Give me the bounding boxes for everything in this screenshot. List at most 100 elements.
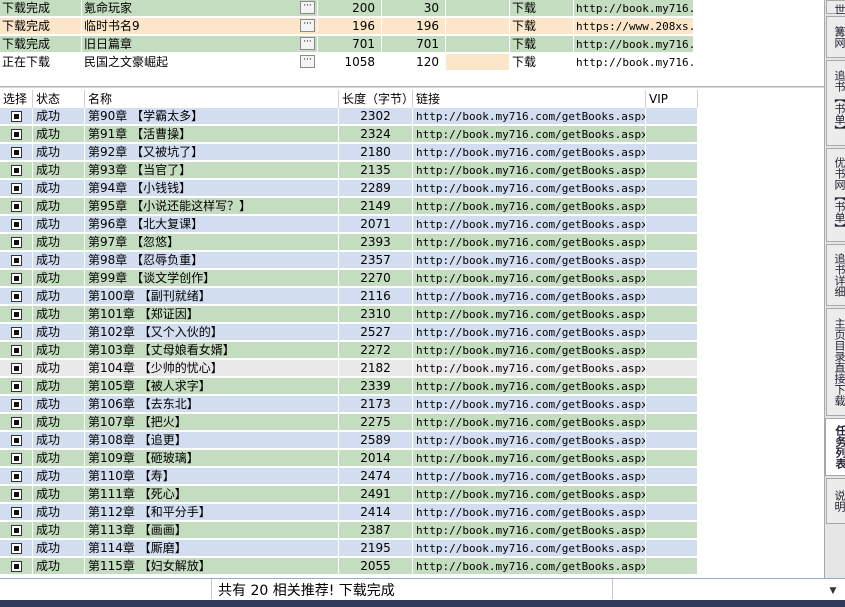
- chapter-row[interactable]: 成功 第90章 【学霸太多】 2302 http://book.my716.com/g…: [0, 108, 698, 126]
- chapter-row[interactable]: 成功 第97章 【忽悠】 2393 http://book.my716.com/get…: [0, 234, 698, 252]
- chapter-row[interactable]: 成功 第94章 【小钱钱】 2289 http://book.my716.com/ge…: [0, 180, 698, 198]
- checkbox[interactable]: [11, 327, 22, 338]
- chapter-cell-select[interactable]: [0, 396, 33, 413]
- col-header-name[interactable]: 名称: [85, 90, 339, 108]
- task-row[interactable]: 下载完成 氪命玩家 200 30 下载 http://book.my716.c ···: [0, 0, 694, 18]
- chapter-row[interactable]: 成功 第98章 【忍辱负重】 2357 http://book.my716.com/g…: [0, 252, 698, 270]
- checkbox[interactable]: [11, 129, 22, 140]
- side-tab-3[interactable]: 优书网【书单】: [826, 148, 845, 242]
- chapter-cell-select[interactable]: [0, 378, 33, 395]
- chapter-row[interactable]: 成功 第102章 【又个入伙的】 2527 http://book.my716.com…: [0, 324, 698, 342]
- more-options-button[interactable]: ···: [300, 37, 315, 50]
- chapter-cell-select[interactable]: [0, 558, 33, 575]
- chapter-row[interactable]: 成功 第93章 【当官了】 2135 http://book.my716.com/ge…: [0, 162, 698, 180]
- chapter-row[interactable]: 成功 第107章 【把火】 2275 http://book.my716.com/ge…: [0, 414, 698, 432]
- chapter-row[interactable]: 成功 第96章 【北大复课】 2071 http://book.my716.com/g…: [0, 216, 698, 234]
- chapter-cell-select[interactable]: [0, 252, 33, 269]
- checkbox[interactable]: [11, 381, 22, 392]
- more-options-button[interactable]: ···: [300, 19, 315, 32]
- chapter-row[interactable]: 成功 第101章 【郑证因】 2310 http://book.my716.com/g…: [0, 306, 698, 324]
- side-tab-5[interactable]: 主页目录直接下载: [826, 308, 845, 416]
- chapter-cell-select[interactable]: [0, 468, 33, 485]
- side-tab-1[interactable]: 篝网: [826, 16, 845, 58]
- chapter-cell-select[interactable]: [0, 414, 33, 431]
- checkbox[interactable]: [11, 525, 22, 536]
- task-row[interactable]: 正在下载 民国之文豪崛起 1058 120 下载 http://book.my716.c ·…: [0, 54, 694, 72]
- chapter-row[interactable]: 成功 第104章 【少帅的忧心】 2182 http://book.my716.com…: [0, 360, 698, 378]
- chapter-cell-select[interactable]: [0, 126, 33, 143]
- chapter-cell-select[interactable]: [0, 306, 33, 323]
- checkbox[interactable]: [11, 489, 22, 500]
- col-header-select[interactable]: 选择: [0, 90, 33, 108]
- checkbox[interactable]: [11, 291, 22, 302]
- chapter-cell-select[interactable]: [0, 180, 33, 197]
- chapter-row[interactable]: 成功 第115章 【妇女解放】 2055 http://book.my716.com/…: [0, 558, 698, 576]
- scroll-down-icon[interactable]: ▼: [826, 584, 840, 598]
- checkbox[interactable]: [11, 201, 22, 212]
- checkbox[interactable]: [11, 273, 22, 284]
- chapter-row[interactable]: 成功 第114章 【厮磨】 2195 http://book.my716.com/ge…: [0, 540, 698, 558]
- checkbox[interactable]: [11, 345, 22, 356]
- chapter-row[interactable]: 成功 第92章 【又被坑了】 2180 http://book.my716.com/g…: [0, 144, 698, 162]
- checkbox[interactable]: [11, 435, 22, 446]
- chapter-row[interactable]: 成功 第91章 【活曹操】 2324 http://book.my716.com/ge…: [0, 126, 698, 144]
- chapter-cell-select[interactable]: [0, 198, 33, 215]
- side-tab-2[interactable]: 追书【书单】: [826, 60, 845, 146]
- checkbox[interactable]: [11, 453, 22, 464]
- chapter-row[interactable]: 成功 第95章 【小说还能这样写？】 2149 http://book.my716.c…: [0, 198, 698, 216]
- checkbox[interactable]: [11, 417, 22, 428]
- chapter-cell-select[interactable]: [0, 432, 33, 449]
- chapter-row[interactable]: 成功 第109章 【砸玻璃】 2014 http://book.my716.com/g…: [0, 450, 698, 468]
- checkbox[interactable]: [11, 183, 22, 194]
- chapter-cell-select[interactable]: [0, 270, 33, 287]
- chapter-row[interactable]: 成功 第110章 【寿】 2474 http://book.my716.com/get…: [0, 468, 698, 486]
- task-row[interactable]: 下载完成 临时书名9 196 196 下载 https://www.208xs.c ···: [0, 18, 694, 36]
- chapter-cell-select[interactable]: [0, 342, 33, 359]
- checkbox[interactable]: [11, 219, 22, 230]
- side-tab-7[interactable]: 说明: [826, 478, 845, 524]
- task-row[interactable]: 下载完成 旧日篇章 701 701 下载 http://book.my716.c ···: [0, 36, 694, 54]
- chapter-cell-select[interactable]: [0, 504, 33, 521]
- chapter-cell-select[interactable]: [0, 144, 33, 161]
- checkbox[interactable]: [11, 309, 22, 320]
- chapter-cell-select[interactable]: [0, 450, 33, 467]
- col-header-vip[interactable]: VIP: [646, 90, 698, 108]
- chapter-row[interactable]: 成功 第105章 【被人求字】 2339 http://book.my716.com/…: [0, 378, 698, 396]
- col-header-length[interactable]: 长度（字节）: [339, 90, 414, 108]
- chapter-cell-select[interactable]: [0, 324, 33, 341]
- side-tab-0[interactable]: 世: [826, 0, 845, 15]
- chapter-row[interactable]: 成功 第113章 【画画】 2387 http://book.my716.com/ge…: [0, 522, 698, 540]
- chapter-cell-select[interactable]: [0, 162, 33, 179]
- checkbox[interactable]: [11, 255, 22, 266]
- chapter-row[interactable]: 成功 第99章 【谈文学创作】 2270 http://book.my716.com/…: [0, 270, 698, 288]
- side-tab-4[interactable]: 追书详细: [826, 244, 845, 306]
- checkbox[interactable]: [11, 237, 22, 248]
- checkbox[interactable]: [11, 363, 22, 374]
- splitter[interactable]: [0, 86, 824, 88]
- col-header-link[interactable]: 链接: [413, 90, 646, 108]
- checkbox[interactable]: [11, 543, 22, 554]
- checkbox[interactable]: [11, 399, 22, 410]
- chapter-row[interactable]: 成功 第112章 【和平分手】 2414 http://book.my716.com/…: [0, 504, 698, 522]
- checkbox[interactable]: [11, 111, 22, 122]
- chapter-row[interactable]: 成功 第100章 【副刊就绪】 2116 http://book.my716.com/…: [0, 288, 698, 306]
- side-tab-6[interactable]: 任务列表: [825, 418, 845, 476]
- more-options-button[interactable]: ···: [300, 55, 315, 68]
- chapter-row[interactable]: 成功 第106章 【去东北】 2173 http://book.my716.com/g…: [0, 396, 698, 414]
- chapter-cell-select[interactable]: [0, 108, 33, 125]
- checkbox[interactable]: [11, 471, 22, 482]
- checkbox[interactable]: [11, 507, 22, 518]
- more-options-button[interactable]: ···: [300, 1, 315, 14]
- chapter-row[interactable]: 成功 第103章 【丈母娘看女婿】 2272 http://book.my716.co…: [0, 342, 698, 360]
- chapter-cell-select[interactable]: [0, 360, 33, 377]
- chapter-cell-select[interactable]: [0, 486, 33, 503]
- chapter-row[interactable]: 成功 第108章 【追更】 2589 http://book.my716.com/ge…: [0, 432, 698, 450]
- chapter-cell-select[interactable]: [0, 234, 33, 251]
- chapter-cell-select[interactable]: [0, 288, 33, 305]
- col-header-state[interactable]: 状态: [33, 90, 85, 108]
- chapter-row[interactable]: 成功 第111章 【死心】 2491 http://book.my716.com/ge…: [0, 486, 698, 504]
- chapter-cell-select[interactable]: [0, 216, 33, 233]
- checkbox[interactable]: [11, 165, 22, 176]
- checkbox[interactable]: [11, 561, 22, 572]
- checkbox[interactable]: [11, 147, 22, 158]
